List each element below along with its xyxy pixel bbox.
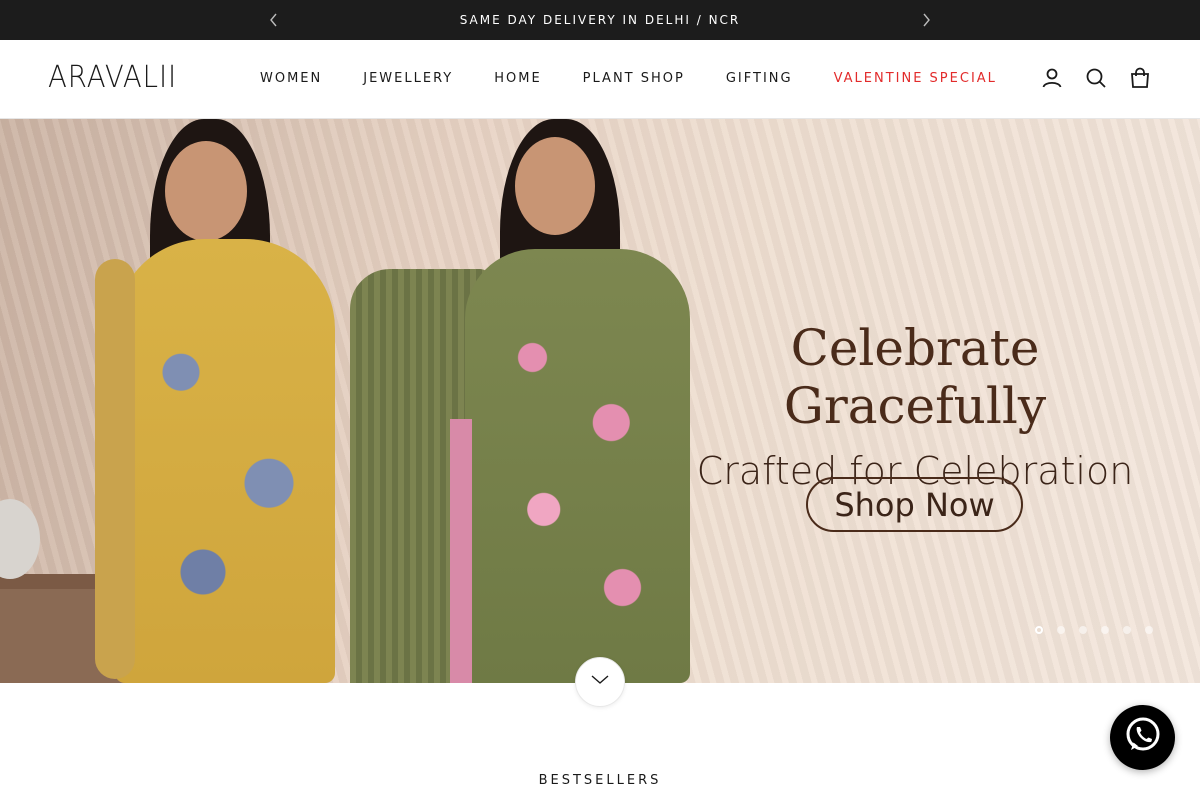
header-icons bbox=[1040, 66, 1152, 90]
slide-dot-2[interactable] bbox=[1057, 626, 1065, 634]
slide-dot-4[interactable] bbox=[1101, 626, 1109, 634]
scroll-down-button[interactable] bbox=[575, 657, 625, 707]
nav-item-gifting[interactable]: GIFTING bbox=[726, 71, 793, 89]
nav-item-home[interactable]: HOME bbox=[494, 71, 541, 89]
chevron-down-icon bbox=[590, 673, 610, 691]
announcement-bar: SAME DAY DELIVERY IN DELHI / NCR bbox=[0, 0, 1200, 40]
slide-dot-6[interactable] bbox=[1145, 626, 1153, 634]
account-icon[interactable] bbox=[1040, 66, 1064, 90]
hero-title: Celebrate Gracefully bbox=[783, 319, 1047, 435]
chevron-right-icon[interactable] bbox=[916, 10, 936, 30]
nav-item-jewellery[interactable]: JEWELLERY bbox=[363, 71, 453, 89]
main-nav: WOMEN JEWELLERY HOME PLANT SHOP GIFTING … bbox=[260, 71, 997, 89]
whatsapp-chat-button[interactable] bbox=[1110, 705, 1175, 770]
search-icon[interactable] bbox=[1084, 66, 1108, 90]
announcement-text: SAME DAY DELIVERY IN DELHI / NCR bbox=[459, 13, 741, 27]
nav-item-women[interactable]: WOMEN bbox=[260, 71, 322, 89]
site-header: ARAVALII WOMEN JEWELLERY HOME PLANT SHOP… bbox=[0, 40, 1200, 119]
shop-now-button[interactable]: Shop Now bbox=[806, 477, 1023, 532]
hero-text-block: Celebrate Gracefully Crafted for Celebra… bbox=[660, 319, 1170, 493]
section-heading-bestsellers: BESTSELLERS bbox=[538, 773, 662, 788]
nav-item-valentine-special[interactable]: VALENTINE SPECIAL bbox=[834, 71, 997, 89]
cart-icon[interactable] bbox=[1128, 66, 1152, 90]
model-left bbox=[95, 119, 355, 683]
hero-banner[interactable]: Celebrate Gracefully Crafted for Celebra… bbox=[0, 119, 1200, 683]
slide-dot-5[interactable] bbox=[1123, 626, 1131, 634]
slide-dot-3[interactable] bbox=[1079, 626, 1087, 634]
whatsapp-icon bbox=[1122, 714, 1164, 761]
nav-item-plant-shop[interactable]: PLANT SHOP bbox=[583, 71, 685, 89]
model-right bbox=[350, 119, 700, 683]
slide-dot-1[interactable] bbox=[1035, 626, 1043, 634]
brand-logo[interactable]: ARAVALII bbox=[48, 60, 177, 95]
slider-dots bbox=[1035, 626, 1153, 634]
